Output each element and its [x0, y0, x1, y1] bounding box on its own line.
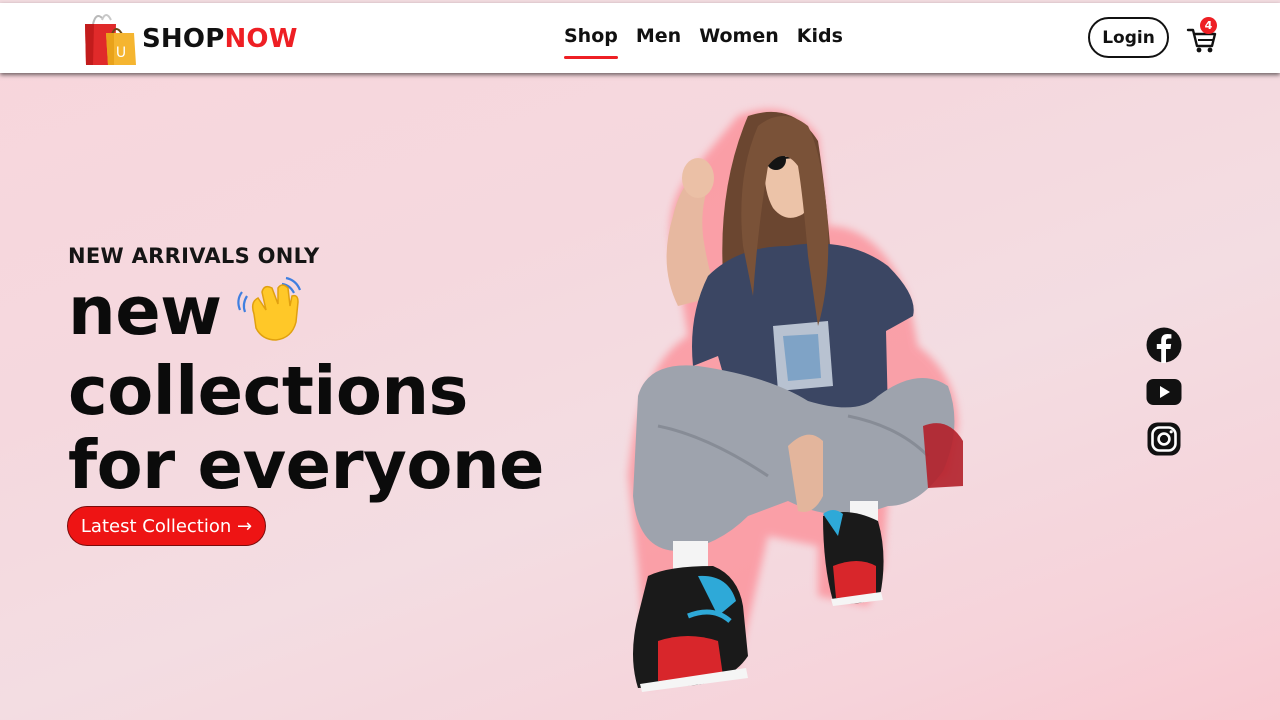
nav-item-men[interactable]: Men	[636, 25, 681, 53]
youtube-icon	[1146, 379, 1181, 405]
cart-count-badge: 4	[1200, 17, 1217, 34]
waving-hand-icon	[232, 270, 310, 348]
brand-part-now: NOW	[224, 24, 298, 54]
social-links	[1145, 327, 1182, 457]
cart-button[interactable]: 4	[1186, 17, 1218, 55]
nav-item-women[interactable]: Women	[699, 25, 779, 53]
instagram-link[interactable]	[1145, 421, 1182, 457]
navbar: U SHOPNOW Shop Men Women Kids Login 4	[0, 3, 1280, 73]
headline-word: new	[68, 272, 222, 350]
login-button[interactable]: Login	[1088, 17, 1169, 58]
youtube-link[interactable]	[1145, 374, 1182, 410]
shopping-bag-icon: U	[84, 10, 140, 68]
nav-item-kids[interactable]: Kids	[797, 25, 843, 53]
instagram-icon	[1147, 422, 1180, 456]
hero-text: NEW ARRIVALS ONLY new collections for ev…	[68, 244, 545, 505]
headline-line-2: collections	[68, 352, 468, 431]
headline-line-1: new	[68, 274, 544, 354]
main-nav: Shop Men Women Kids	[564, 25, 843, 59]
headline-line-3: for everyone	[68, 426, 545, 505]
latest-collection-button[interactable]: Latest Collection →	[67, 506, 266, 546]
model-image	[618, 96, 978, 696]
brand-part-shop: SHOP	[142, 24, 225, 54]
facebook-icon	[1146, 327, 1181, 363]
bag-letter: U	[116, 45, 126, 61]
facebook-link[interactable]	[1145, 327, 1182, 363]
eyebrow-text: NEW ARRIVALS ONLY	[68, 244, 320, 268]
hero-headline: new collections for everyone	[68, 274, 545, 505]
nav-item-shop[interactable]: Shop	[564, 25, 618, 59]
brand-name: SHOPNOW	[142, 24, 298, 54]
logo[interactable]: U SHOPNOW	[84, 10, 298, 68]
